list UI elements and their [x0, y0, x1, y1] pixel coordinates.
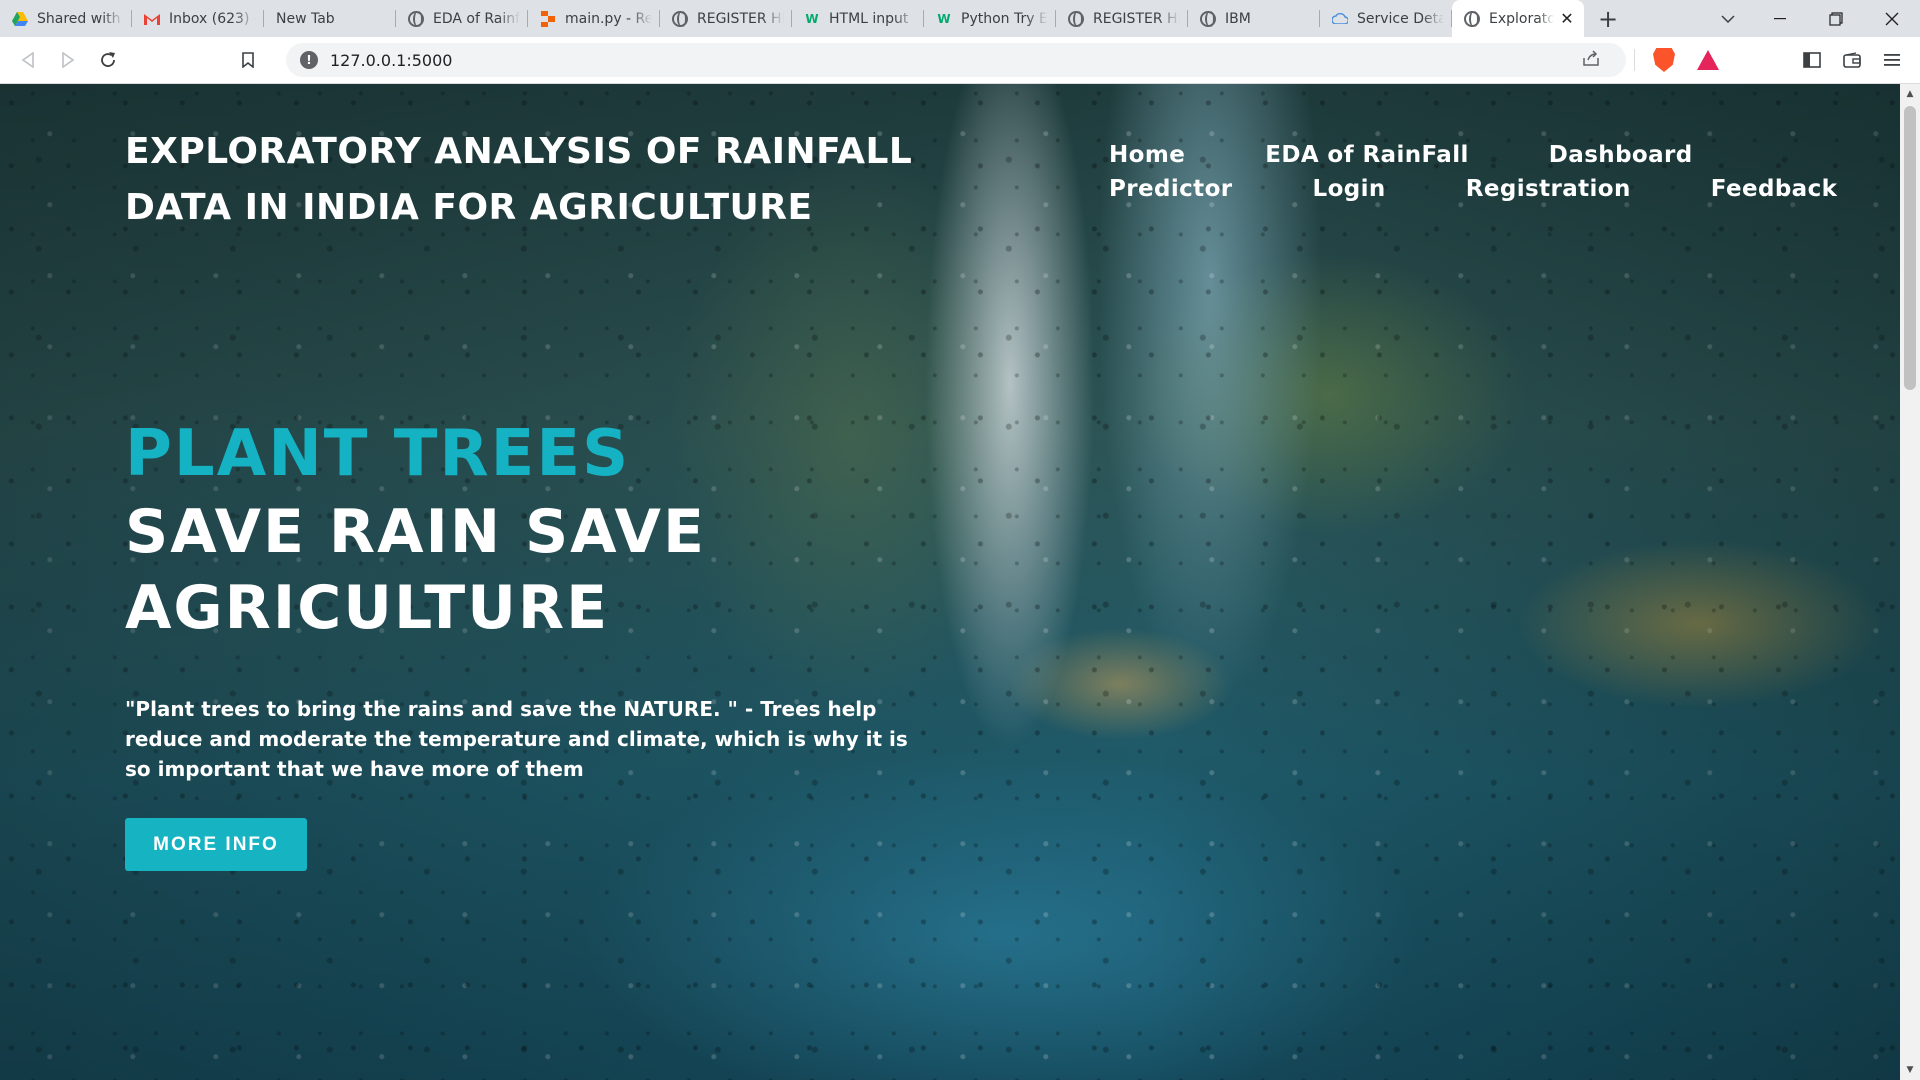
- url-text[interactable]: 127.0.0.1:5000: [330, 51, 1582, 70]
- replit-icon: [540, 10, 556, 27]
- tab-html-input[interactable]: W HTML input: [792, 0, 924, 37]
- tab-register-here-2[interactable]: REGISTER HERE: [1056, 0, 1188, 37]
- tab-title: IBM: [1225, 10, 1251, 27]
- more-info-button[interactable]: MORE INFO: [125, 818, 307, 871]
- tab-title: Python Try Editor: [961, 10, 1048, 27]
- close-tab-icon[interactable]: ✕: [1558, 9, 1576, 28]
- tab-python-try-editor[interactable]: W Python Try Editor: [924, 0, 1056, 37]
- google-drive-icon: [12, 11, 28, 27]
- hero-section: PLANT TREES SAVE RAIN SAVE AGRICULTURE "…: [125, 414, 1025, 871]
- globe-icon: [672, 10, 688, 27]
- nav-link-home[interactable]: Home: [1109, 142, 1185, 168]
- scroll-thumb[interactable]: [1904, 106, 1916, 390]
- nav-link-dashboard[interactable]: Dashboard: [1549, 142, 1693, 168]
- tab-new-tab[interactable]: New Tab: [264, 0, 396, 37]
- tab-title: HTML input: [829, 10, 909, 27]
- page-scrollbar[interactable]: ▲ ▼: [1900, 84, 1920, 1080]
- globe-icon: [1200, 10, 1216, 27]
- tab-replit-main[interactable]: main.py - Replit: [528, 0, 660, 37]
- menu-icon[interactable]: [1874, 42, 1910, 78]
- hero-kicker: PLANT TREES: [125, 417, 631, 491]
- nav-link-registration[interactable]: Registration: [1466, 176, 1631, 202]
- reload-icon[interactable]: [90, 42, 126, 78]
- tab-title: Inbox (623) - Gmail: [169, 10, 256, 27]
- site-header: EXPLORATORY ANALYSIS OF RAINFALL DATA IN…: [125, 124, 1837, 264]
- tab-register-here[interactable]: REGISTER HERE: [660, 0, 792, 37]
- close-window-button[interactable]: [1864, 0, 1920, 37]
- minimize-button[interactable]: [1752, 0, 1808, 37]
- share-icon[interactable]: [1582, 49, 1600, 71]
- hero-quote: "Plant trees to bring the rains and save…: [125, 697, 908, 781]
- address-bar[interactable]: ! 127.0.0.1:5000: [286, 43, 1626, 77]
- tab-list: Shared with me Inbox (623) - Gmail New T…: [0, 0, 1584, 37]
- brave-shields-icon[interactable]: [1653, 48, 1675, 72]
- w3schools-icon: W: [937, 11, 951, 26]
- browser-toolbar: ! 127.0.0.1:5000: [0, 37, 1920, 84]
- tab-title: REGISTER HERE: [697, 10, 784, 27]
- tab-eda-of-rainfall[interactable]: EDA of Rainfall: [396, 0, 528, 37]
- nav-row-2: Predictor Login Registration Feedback: [985, 172, 1837, 206]
- sidebar-icon[interactable]: [1794, 42, 1830, 78]
- tab-title: EDA of Rainfall: [433, 10, 520, 27]
- tab-ibm[interactable]: IBM: [1188, 0, 1320, 37]
- tab-search-chevron-icon[interactable]: [1704, 0, 1752, 37]
- tab-gmail-inbox[interactable]: Inbox (623) - Gmail: [132, 0, 264, 37]
- main-nav: Home EDA of RainFall Dashboard Predictor…: [985, 138, 1837, 206]
- scroll-down-arrow-icon[interactable]: ▼: [1900, 1060, 1920, 1080]
- globe-icon: [1464, 10, 1480, 27]
- cloud-icon: [1332, 11, 1348, 27]
- w3schools-icon: W: [805, 11, 819, 26]
- back-icon[interactable]: [10, 42, 46, 78]
- tab-title: main.py - Replit: [565, 10, 652, 27]
- globe-icon: [1068, 10, 1084, 27]
- site-info-icon[interactable]: !: [300, 51, 318, 69]
- tab-title: Shared with me: [37, 10, 124, 27]
- wallet-icon[interactable]: [1834, 42, 1870, 78]
- nav-row-1: Home EDA of RainFall Dashboard: [985, 138, 1725, 172]
- forward-icon[interactable]: [50, 42, 86, 78]
- new-tab-button[interactable]: +: [1590, 1, 1626, 37]
- tab-service-details[interactable]: Service Details: [1320, 0, 1452, 37]
- toolbar-divider: [1634, 49, 1635, 71]
- toolbar-right: [1790, 42, 1910, 78]
- tab-title: Exploratory Analysis: [1489, 10, 1554, 27]
- tab-title: Service Details: [1357, 10, 1444, 27]
- tab-exploratory-analysis[interactable]: Exploratory Analysis ✕: [1452, 0, 1584, 37]
- tab-title: REGISTER HERE: [1093, 10, 1180, 27]
- nav-link-login[interactable]: Login: [1313, 176, 1386, 202]
- nav-link-feedback[interactable]: Feedback: [1711, 176, 1838, 202]
- nav-link-eda[interactable]: EDA of RainFall: [1265, 142, 1469, 168]
- browser-tab-strip: Shared with me Inbox (623) - Gmail New T…: [0, 0, 1920, 37]
- gmail-icon: [144, 11, 160, 27]
- globe-icon: [408, 10, 424, 27]
- restore-button[interactable]: [1808, 0, 1864, 37]
- tab-title: New Tab: [276, 10, 335, 27]
- brave-rewards-icon[interactable]: [1697, 50, 1719, 70]
- bookmark-icon[interactable]: [230, 42, 266, 78]
- hero-heading: SAVE RAIN SAVE AGRICULTURE: [125, 497, 706, 643]
- site-title: EXPLORATORY ANALYSIS OF RAINFALL DATA IN…: [125, 131, 913, 228]
- window-controls: [1704, 0, 1920, 37]
- nav-link-predictor[interactable]: Predictor: [1109, 176, 1233, 202]
- scroll-up-arrow-icon[interactable]: ▲: [1900, 84, 1920, 104]
- web-page: EXPLORATORY ANALYSIS OF RAINFALL DATA IN…: [0, 84, 1920, 1080]
- tab-shared-with-me[interactable]: Shared with me: [0, 0, 132, 37]
